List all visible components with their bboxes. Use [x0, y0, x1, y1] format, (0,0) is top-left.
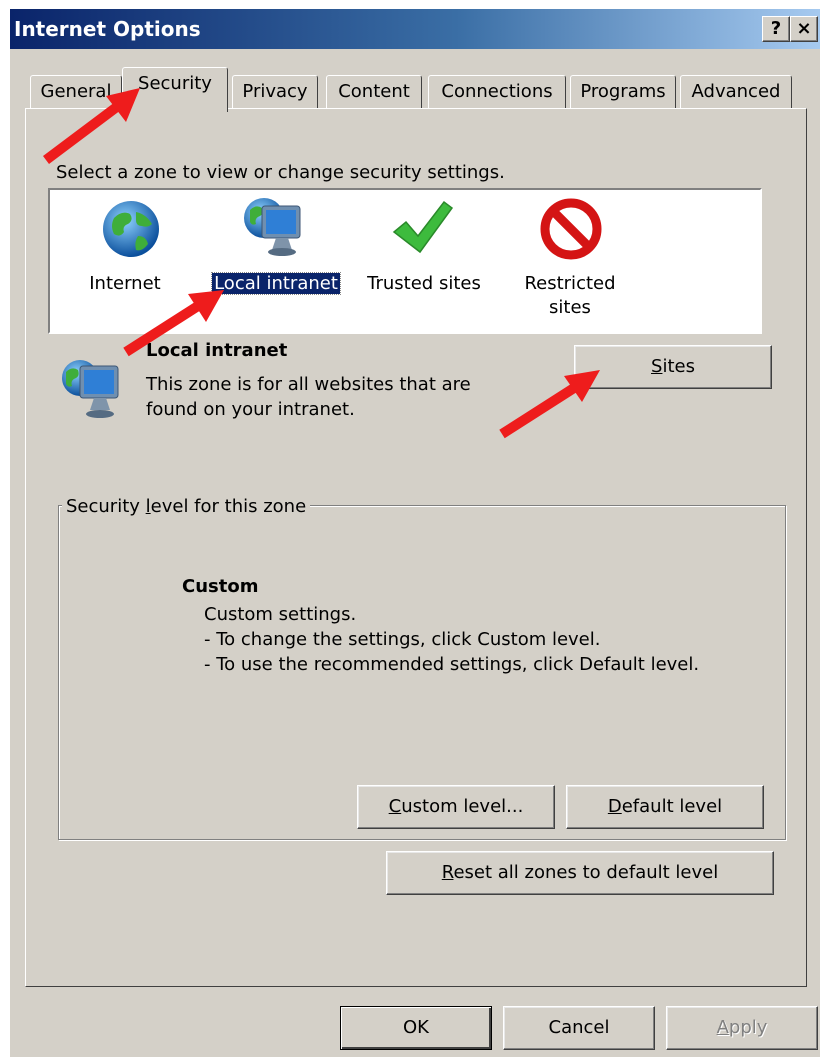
reset-all-zones-button[interactable]: Reset all zones to default level — [386, 851, 774, 895]
checkmark-icon — [390, 198, 454, 265]
default-level-button[interactable]: Default level — [566, 785, 764, 829]
custom-level-button[interactable]: Custom level... — [357, 785, 555, 829]
globe-icon — [100, 198, 162, 265]
window-title: Internet Options — [14, 17, 201, 41]
close-button[interactable]: × — [790, 16, 818, 42]
security-level-legend: Security level for this zone — [62, 496, 311, 517]
intranet-icon — [240, 194, 310, 265]
ok-button[interactable]: OK — [340, 1006, 492, 1050]
arrow-to-security-tab — [43, 88, 140, 164]
tab-content[interactable]: Content — [326, 75, 422, 108]
zone-restricted-label-2: sites — [549, 297, 591, 318]
tab-connections[interactable]: Connections — [428, 75, 566, 108]
apply-button[interactable]: Apply — [666, 1006, 818, 1050]
cancel-button[interactable]: Cancel — [503, 1006, 655, 1050]
tab-advanced[interactable]: Advanced — [680, 75, 792, 108]
security-level-desc-1: Custom settings. — [204, 604, 357, 625]
security-level-desc-2: - To change the settings, click Custom l… — [204, 629, 601, 650]
zone-info-desc-2: found on your intranet. — [146, 399, 355, 420]
zone-local-intranet-label: Local intranet — [211, 272, 341, 295]
restricted-icon — [538, 196, 604, 267]
help-button[interactable]: ? — [762, 16, 790, 42]
tab-programs[interactable]: Programs — [570, 75, 676, 108]
security-level-name: Custom — [182, 576, 259, 597]
arrow-to-local-intranet — [123, 290, 224, 357]
arrow-to-sites-button — [499, 370, 600, 439]
zone-info-desc-1: This zone is for all websites that are — [146, 374, 471, 395]
security-level-desc-3: - To use the recommended settings, click… — [204, 654, 700, 675]
title-bar[interactable]: Internet Options ? × — [10, 9, 820, 49]
zone-restricted-label-1: Restricted — [524, 273, 616, 294]
tab-privacy[interactable]: Privacy — [232, 75, 318, 108]
zone-trusted-sites[interactable]: Trusted sites — [356, 272, 492, 296]
intranet-zone-info-icon — [58, 356, 130, 431]
zone-restricted-sites[interactable]: Restricted sites — [510, 272, 630, 320]
